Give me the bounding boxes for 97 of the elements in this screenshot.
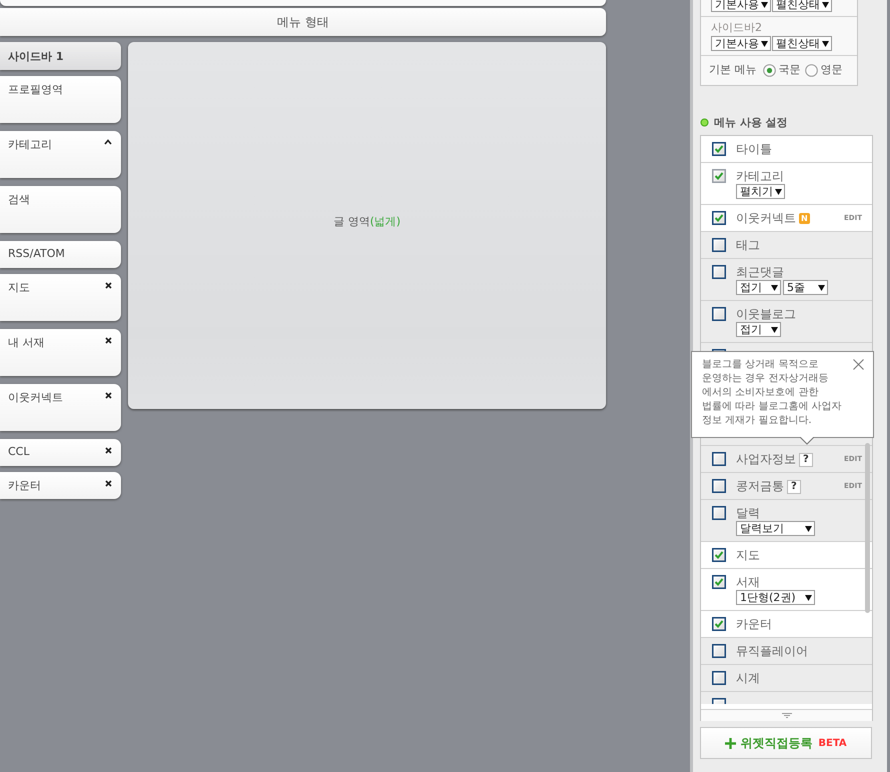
dropdown[interactable]: 기본사용: [711, 36, 771, 51]
caret-icon: [771, 284, 778, 290]
widget-block[interactable]: 검색: [0, 186, 121, 233]
status-dot-icon: [700, 118, 709, 126]
widget-block[interactable]: 지도: [0, 274, 121, 321]
widget-label: 검색: [8, 192, 30, 207]
scrollbar[interactable]: [865, 443, 870, 613]
menu-label: 최근댓글: [736, 265, 784, 280]
widget-block[interactable]: 카운터: [0, 472, 121, 499]
checkbox[interactable]: [712, 617, 726, 631]
widget-label: 프로필영역: [8, 82, 63, 97]
widget-label: 지도: [8, 280, 30, 295]
new-badge: N: [799, 213, 810, 224]
widget-label: 카테고리: [8, 137, 52, 152]
dropdown[interactable]: 접기: [736, 280, 781, 295]
widget-label: 카운터: [8, 478, 41, 493]
checkbox[interactable]: [712, 211, 726, 225]
widget-block[interactable]: 프로필영역: [0, 76, 121, 123]
help-button[interactable]: ?: [799, 452, 813, 466]
close-icon[interactable]: [105, 447, 112, 454]
caret-icon: [761, 40, 768, 46]
menu-label: 카운터: [736, 617, 772, 632]
menu-form-bar[interactable]: 메뉴 형태: [0, 8, 606, 36]
widget-label: RSS/ATOM: [8, 247, 65, 260]
menu-label: 뮤직플레이어: [736, 644, 808, 659]
menu-row[interactable]: 달력 달력보기: [701, 500, 872, 542]
caret-icon: [822, 40, 829, 46]
checkbox[interactable]: [712, 575, 726, 589]
section-title: 메뉴 사용 설정: [714, 114, 788, 130]
checkbox[interactable]: [712, 479, 726, 493]
dropdown[interactable]: 접기: [736, 322, 781, 337]
checkbox[interactable]: [712, 142, 726, 156]
radio-button[interactable]: [762, 64, 776, 76]
base-menu-label: 기본 메뉴: [709, 63, 756, 77]
menu-label: 달력: [736, 506, 760, 521]
menu-label: 카테고리: [736, 169, 784, 184]
menu-label: 시계: [736, 671, 760, 686]
menu-label: 이웃블로그: [736, 307, 796, 322]
menu-label: 사업자정보: [736, 452, 796, 467]
collapse-icon[interactable]: [104, 139, 112, 145]
caret-icon: [771, 326, 778, 332]
dropdown[interactable]: 펼치기: [736, 184, 785, 199]
caret-icon: [761, 2, 768, 8]
sidebar-title: 사이드바 1: [0, 42, 121, 70]
menu-row[interactable]: 태그: [701, 232, 872, 259]
menu-row[interactable]: 이웃블로그 접기: [701, 301, 872, 343]
menu-row[interactable]: 최근댓글 접기 5줄: [701, 259, 872, 301]
caret-icon: [805, 526, 812, 532]
dropdown[interactable]: 펼친상태: [772, 36, 832, 51]
help-button[interactable]: ?: [787, 480, 801, 494]
widget-block[interactable]: RSS/ATOM: [0, 241, 121, 268]
plus-icon: [725, 738, 736, 748]
dropdown[interactable]: 1단형(2권): [736, 590, 815, 605]
checkbox[interactable]: [712, 169, 726, 183]
tooltip-text: 블로그를 상거래 목적으로 운영하는 경우 전자상거래등 에서의 소비자보호에 관한 법률에 따라 블로그홈에 사업자 정보 게재가 필요합니다.: [702, 358, 843, 428]
menu-label: 콩저금통: [736, 479, 784, 494]
menu-label: 타이틀: [736, 142, 772, 157]
dropdown[interactable]: 달력보기: [736, 521, 815, 536]
caret-icon: [822, 2, 829, 8]
menu-row[interactable]: 시계: [701, 665, 872, 692]
menu-label: 이웃커넥트: [736, 211, 796, 226]
checkbox[interactable]: [712, 671, 726, 685]
sidebar-label: 사이드바2: [711, 21, 763, 35]
widget-block[interactable]: CCL: [0, 439, 121, 466]
resize-handle[interactable]: [701, 709, 872, 721]
caret-icon: [775, 188, 782, 194]
checkbox[interactable]: [712, 238, 726, 252]
widget-label: 이웃커넥트: [8, 390, 63, 405]
close-icon[interactable]: [105, 337, 112, 344]
checkbox[interactable]: [712, 506, 726, 520]
menu-row[interactable]: 뮤직플레이어: [701, 638, 872, 665]
widget-block[interactable]: 내 서재: [0, 329, 121, 376]
widget-label: CCL: [8, 445, 30, 458]
dropdown[interactable]: 5줄: [783, 280, 828, 295]
checkbox[interactable]: [712, 644, 726, 658]
checkbox[interactable]: [712, 452, 726, 466]
caret-icon: [805, 594, 812, 600]
checkbox[interactable]: [712, 307, 726, 321]
close-icon[interactable]: [105, 392, 112, 399]
close-icon[interactable]: [105, 480, 112, 487]
widget-block[interactable]: 카테고리: [0, 131, 121, 178]
radio-button[interactable]: [804, 64, 818, 76]
widget-block[interactable]: 이웃커넥트: [0, 384, 121, 431]
checkbox[interactable]: [712, 548, 726, 562]
radio-label: 국문: [778, 63, 800, 77]
menu-label: 서재: [736, 575, 760, 590]
dropdown[interactable]: 펼친상태: [772, 0, 832, 12]
menu-label: 지도: [736, 548, 760, 563]
dropdown[interactable]: 기본사용: [711, 0, 771, 12]
radio-label: 영문: [820, 63, 842, 77]
caret-icon: [818, 284, 825, 290]
menu-label: 태그: [736, 238, 760, 253]
checkbox[interactable]: [712, 265, 726, 279]
grip-icon[interactable]: [782, 713, 792, 718]
close-icon[interactable]: [105, 282, 112, 289]
widget-label: 내 서재: [8, 335, 44, 350]
content-area-label: 글 영역(넓게): [333, 214, 401, 229]
